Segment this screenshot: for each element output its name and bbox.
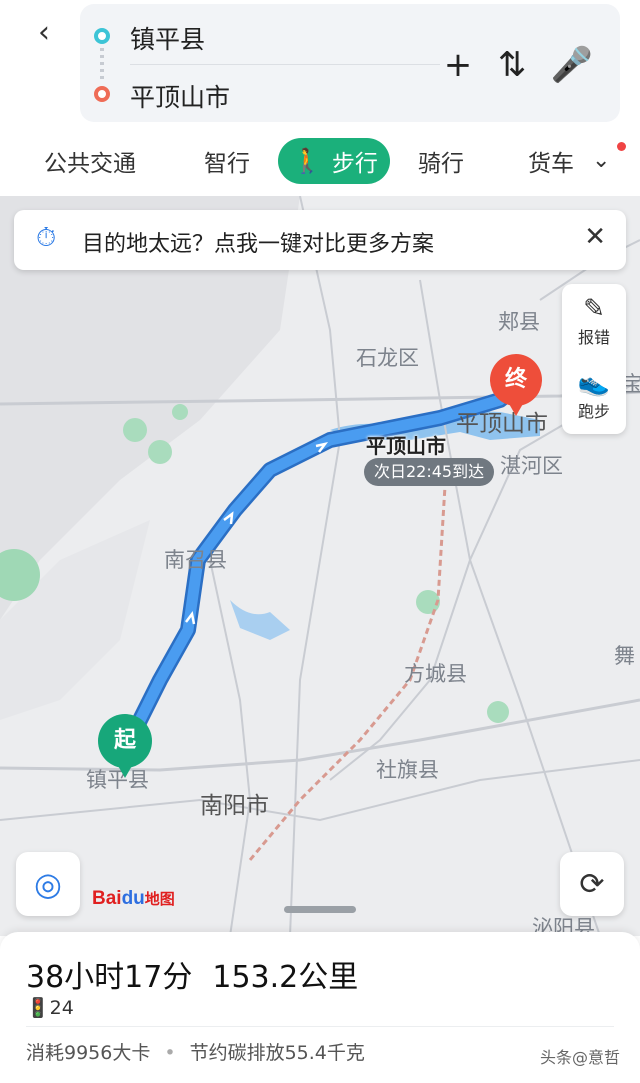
tab-walk[interactable]: 🚶 步行 (278, 138, 390, 184)
place-label: 石龙区 (356, 346, 419, 370)
tab-walk-label: 步行 (331, 151, 378, 177)
logo-suffix: 地图 (144, 891, 175, 908)
route-line (119, 382, 521, 766)
start-dot-icon (94, 28, 110, 44)
road (0, 698, 640, 772)
back-icon[interactable]: ‹ (26, 14, 62, 50)
end-pin-tail (508, 402, 524, 416)
running-label: 跑步 (577, 402, 610, 421)
banner-text: 目的地太远？点我一键对比更多方案 (82, 232, 435, 257)
report-error-label: 报错 (577, 328, 610, 347)
forest (172, 404, 188, 420)
tab-truck[interactable]: 货车 (528, 138, 574, 184)
start-pin[interactable]: 起 (98, 714, 152, 768)
logo-text: Bai (92, 888, 122, 909)
route-direction-arrows (185, 442, 329, 625)
locate-icon[interactable]: ◎ (16, 852, 80, 916)
travel-mode-tabs: 公共交通 智行 🚶 步行 骑行 货车 ⌄ (0, 130, 640, 190)
place-label: 社旗县 (376, 758, 439, 782)
separator: • (164, 1042, 176, 1064)
reservoir (230, 600, 290, 640)
watermark: 头条@意哲 (540, 1048, 621, 1067)
route-stats: 消耗9956大卡 • 节约碳排放55.4千克 (26, 1038, 365, 1065)
route-summary-sheet[interactable]: 38小时17分 153.2公里 🚦24 消耗9956大卡 • 节约碳排放55.4千克 … (0, 932, 640, 1083)
tab-bike[interactable]: 骑行 (418, 138, 464, 184)
place-label: 郏县 (498, 310, 540, 334)
divider (130, 64, 440, 65)
chevron-down-icon[interactable]: ⌄ (592, 148, 610, 173)
tab-smart[interactable]: 智行 (204, 138, 250, 184)
forest (123, 418, 147, 442)
divider (26, 1026, 614, 1027)
distance: 153.2公里 (212, 960, 359, 995)
arrival-time-badge: 次日22:45到达 (364, 458, 495, 486)
shoe-icon: 👟 (577, 368, 611, 398)
end-pin[interactable]: 终 (490, 354, 542, 406)
place-label: 湛河区 (500, 454, 563, 478)
place-label: 南召县 (164, 548, 227, 572)
add-waypoint-icon[interactable]: + (438, 42, 478, 88)
destination-map-label: 平顶山市 (366, 434, 446, 458)
duration: 38小时17分 (26, 960, 193, 995)
route-input-box: 镇平县 平顶山市 + ⇅ 🎤 (80, 4, 620, 122)
swap-icon[interactable]: ⇅ (492, 42, 532, 88)
microphone-icon[interactable]: 🎤 (551, 42, 593, 88)
tab-transit[interactable]: 公共交通 (44, 138, 136, 184)
refresh-icon[interactable]: ⟳ (560, 852, 624, 916)
running-button[interactable]: 👟 跑步 (562, 368, 626, 422)
sheet-drag-handle[interactable] (284, 906, 356, 913)
compare-plans-banner[interactable]: ⏱ 目的地太远？点我一键对比更多方案 ✕ (14, 210, 626, 270)
carbon-saved: 节约碳排放55.4千克 (189, 1042, 365, 1064)
map-side-tools: ✎ 报错 👟 跑步 (562, 284, 626, 434)
start-location-field[interactable]: 镇平县 (130, 20, 205, 56)
baidu-map-logo: Baidu地图 (92, 888, 175, 910)
start-pin-tail (117, 764, 133, 778)
map-canvas[interactable] (0, 196, 640, 936)
map-layer (0, 196, 640, 936)
walk-icon: 🚶 (292, 147, 322, 175)
place-label: 舞 (614, 644, 635, 668)
road (289, 196, 342, 936)
close-icon[interactable]: ✕ (584, 222, 606, 252)
traffic-light-count: 🚦24 (26, 997, 74, 1019)
end-dot-icon (94, 86, 110, 102)
stopwatch-icon: ⏱ (36, 223, 57, 253)
route-summary: 38小时17分 153.2公里 (26, 952, 378, 996)
place-label: 方城县 (404, 662, 467, 686)
forest (487, 701, 509, 723)
destination-field[interactable]: 平顶山市 (130, 78, 230, 114)
walk-navigation-screen: ‹ 镇平县 平顶山市 + ⇅ 🎤 公共交通 智行 🚶 步行 骑行 货车 ⌄ 郏县… (0, 0, 640, 1083)
place-label: 南阳市 (200, 793, 269, 819)
logo-paw: du (121, 888, 145, 909)
edit-icon: ✎ (583, 294, 605, 324)
route-connector (100, 48, 104, 82)
calories: 消耗9956大卡 (26, 1042, 151, 1064)
notification-dot (617, 142, 626, 151)
report-error-button[interactable]: ✎ 报错 (562, 294, 626, 348)
place-label: 平顶山市 (456, 411, 548, 437)
forest (148, 440, 172, 464)
